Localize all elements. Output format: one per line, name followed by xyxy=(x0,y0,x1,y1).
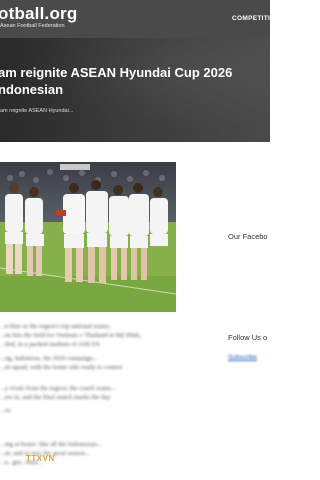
article-line: ...en hits the field for Vietnam v Thail… xyxy=(0,332,141,339)
facebook-widget-title: Our Facebo xyxy=(228,232,268,241)
site-header: otball.org Asean Football Federation COM… xyxy=(0,0,270,38)
article-title: am reignite ASEAN Hyundai Cup 2026 ndone… xyxy=(0,65,233,97)
article-line: ...ea xyxy=(0,407,11,414)
article-line: ...nt squad, with the home side ready to… xyxy=(0,364,123,371)
article-paragraph: ...ng, Indonesia, the 2026 campaign... .… xyxy=(0,354,176,372)
article-line: ...iled, in a packed stadium of ASEAN xyxy=(0,341,100,348)
article-paragraph: ...ea xyxy=(0,406,176,415)
team-photo-image xyxy=(0,158,176,312)
breadcrumb[interactable]: am reignite ASEAN Hyundai... xyxy=(0,108,73,114)
follow-widget-title: Follow Us o xyxy=(228,333,268,342)
article-paragraph: ...n blue as the region's top national t… xyxy=(0,322,176,349)
article-line: ...ing at home: like all the Indonesian.… xyxy=(0,441,102,448)
article-line: ...n blue as the region's top national t… xyxy=(0,323,111,330)
article-paragraph: ...y rivals from the region; the coach w… xyxy=(0,384,176,402)
team-photo xyxy=(0,158,176,312)
photo-watermark: TTXVN xyxy=(26,454,55,463)
article-line: ...y rivals from the region; the coach w… xyxy=(0,385,117,392)
article-line: ...ers in, and the final match marks the… xyxy=(0,394,111,401)
nav-item-competitions[interactable]: COMPETITI xyxy=(232,15,270,22)
article-line: ...ng, Indonesia, the 2026 campaign... xyxy=(0,355,98,362)
site-logo[interactable]: otball.org xyxy=(0,4,77,24)
subscribe-link[interactable]: Subscribe xyxy=(228,354,257,361)
site-tagline: Asean Football Federation xyxy=(0,23,65,29)
